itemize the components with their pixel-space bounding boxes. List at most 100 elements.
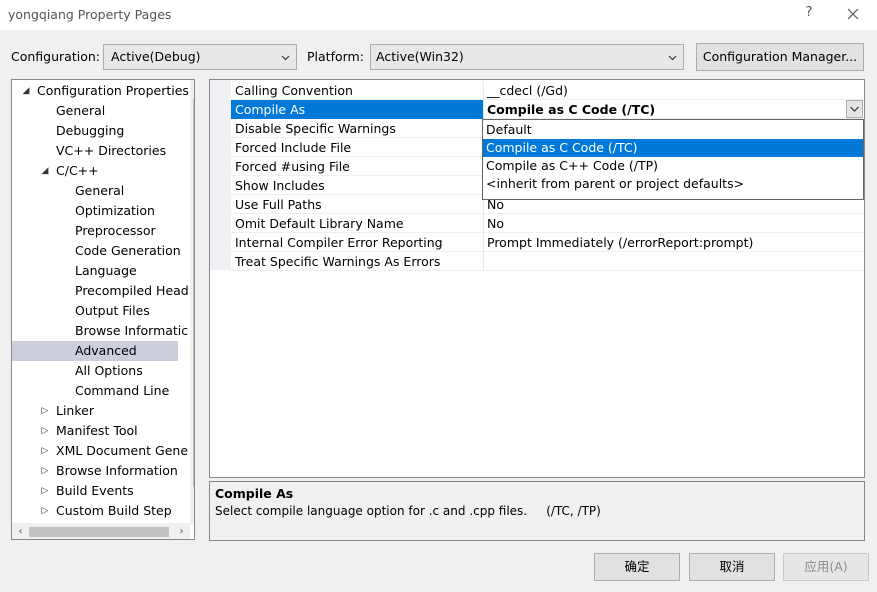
tree-item[interactable]: ◢ C/C++ [12,161,178,181]
tree-item[interactable]: ▷ Build Events [12,481,178,501]
tree-item-label: General [75,183,125,198]
property-value: __cdecl (/Gd) [487,83,568,98]
property-row[interactable]: Treat Specific Warnings As Errors [231,252,864,271]
tree-item[interactable]: ◢ Configuration Properties [12,81,189,101]
property-row[interactable]: Compile As Compile as C Code (/TC) [231,100,864,119]
configuration-value: Active(Debug) [111,49,201,64]
tree-item-label: Build Events [56,483,134,498]
tree-item-label: Preprocessor [75,223,156,238]
column-divider [483,252,484,271]
scroll-down-icon[interactable]: ﹀ [190,507,195,524]
tree-item[interactable]: ▷ Browse Information [12,461,178,481]
tree-item[interactable]: Code Generation [12,241,181,261]
property-row[interactable]: Omit Default Library Name No [231,214,864,233]
expand-arrow-icon[interactable]: ▷ [40,481,50,501]
property-name: Show Includes [235,178,325,193]
property-value: Prompt Immediately (/errorReport:prompt) [487,235,754,250]
description-text: Select compile language option for .c an… [215,504,601,518]
scroll-right-icon[interactable]: › [173,523,190,539]
property-row[interactable]: Internal Compiler Error Reporting Prompt … [231,233,864,252]
scroll-thumb[interactable] [29,527,169,537]
tree-item[interactable]: All Options [12,361,178,381]
tree-item[interactable]: ▷ XML Document Gene [12,441,188,461]
property-name: Calling Convention [235,83,353,98]
chevron-down-icon [850,106,859,112]
window-title: yongqiang Property Pages [8,7,172,22]
platform-value: Active(Win32) [376,49,464,64]
tree-horizontal-scrollbar[interactable]: ‹ › [12,523,190,539]
tree-item-label: XML Document Gene [56,443,189,458]
expand-arrow-icon[interactable]: ▷ [40,461,50,481]
compile-as-dropdown-button[interactable] [846,100,863,118]
tree-item[interactable]: Output Files [12,301,178,321]
column-divider [483,233,484,252]
configuration-manager-button[interactable]: Configuration Manager... [696,43,864,71]
tree-item[interactable]: Language [12,261,178,281]
cancel-button[interactable]: 取消 [689,553,775,581]
dropdown-option-c-code[interactable]: Compile as C Code (/TC) [483,139,863,157]
configuration-select[interactable]: Active(Debug) [103,44,297,70]
scroll-thumb[interactable] [193,99,194,487]
tree-item-label: Advanced [75,343,137,358]
tree-item[interactable]: General [12,181,178,201]
tree-item[interactable]: ▷ Linker [12,401,178,421]
tree-item[interactable]: Advanced [12,341,178,361]
dropdown-option-cpp-code[interactable]: Compile as C++ Code (/TP) [483,157,863,175]
expand-arrow-icon[interactable]: ▷ [40,441,50,461]
grid-gutter [210,80,231,270]
tree-item[interactable]: ▷ Custom Build Step [12,501,178,521]
tree-vertical-scrollbar[interactable]: ︿ ﹀ [190,80,195,524]
collapse-arrow-icon[interactable]: ◢ [40,161,50,181]
tree-item-label: Debugging [56,123,125,138]
tree-item[interactable]: Precompiled Head [12,281,189,301]
column-divider [483,81,484,100]
platform-select[interactable]: Active(Win32) [370,44,684,70]
tree-item-label: Custom Build Step [56,503,172,518]
tree-item[interactable]: VC++ Directories [12,141,178,161]
close-icon[interactable] [843,4,863,24]
column-divider [483,214,484,233]
property-name: Internal Compiler Error Reporting [235,235,443,250]
description-panel: Compile As Select compile language optio… [209,481,865,541]
property-value: No [487,216,504,231]
ok-button[interactable]: 确定 [594,553,680,581]
tree-item[interactable]: Preprocessor [12,221,178,241]
expand-arrow-icon[interactable]: ▷ [40,401,50,421]
tree-item-label: Precompiled Head [75,283,189,298]
tree-item-label: Optimization [75,203,155,218]
column-divider [483,100,484,119]
tree-item-label: Manifest Tool [56,423,138,438]
scroll-left-icon[interactable]: ‹ [12,523,29,539]
tree-item-label: Browse Information [56,463,178,478]
property-name: Forced #using File [235,159,350,174]
expand-arrow-icon[interactable]: ▷ [40,501,50,521]
property-name: Forced Include File [235,140,352,155]
tree-item[interactable]: Optimization [12,201,178,221]
apply-button[interactable]: 应用(A) [783,553,869,581]
tree-item-label: Browse Informatic [75,323,189,338]
dropdown-option-default[interactable]: Default [483,121,863,139]
property-name: Omit Default Library Name [235,216,404,231]
tree-item-label: Linker [56,403,94,418]
tree-item[interactable]: Browse Informatic [12,321,188,341]
tree-item-label: VC++ Directories [56,143,167,158]
scroll-up-icon[interactable]: ︿ [190,80,195,97]
property-name: Disable Specific Warnings [235,121,396,136]
tree-item-label: Language [75,263,137,278]
expand-arrow-icon[interactable]: ▷ [40,421,50,441]
help-button[interactable]: ? [800,5,818,23]
property-value: Compile as C Code (/TC) [487,102,656,117]
property-row[interactable]: Calling Convention __cdecl (/Gd) [231,81,864,100]
property-name: Use Full Paths [235,197,322,212]
collapse-arrow-icon[interactable]: ◢ [21,81,31,101]
description-title: Compile As [215,486,294,501]
title-bar: yongqiang Property Pages ? [0,0,877,30]
tree-item[interactable]: ▷ Manifest Tool [12,421,178,441]
property-name: Treat Specific Warnings As Errors [235,254,441,269]
dropdown-option-inherit[interactable]: <inherit from parent or project defaults… [483,175,863,193]
tree-item[interactable]: Command Line [12,381,178,401]
tree-item-label: Output Files [75,303,150,318]
property-tree: ◢ Configuration Properties General Debuggin… [11,79,195,540]
tree-item[interactable]: Debugging [12,121,178,141]
tree-item[interactable]: General [12,101,178,121]
